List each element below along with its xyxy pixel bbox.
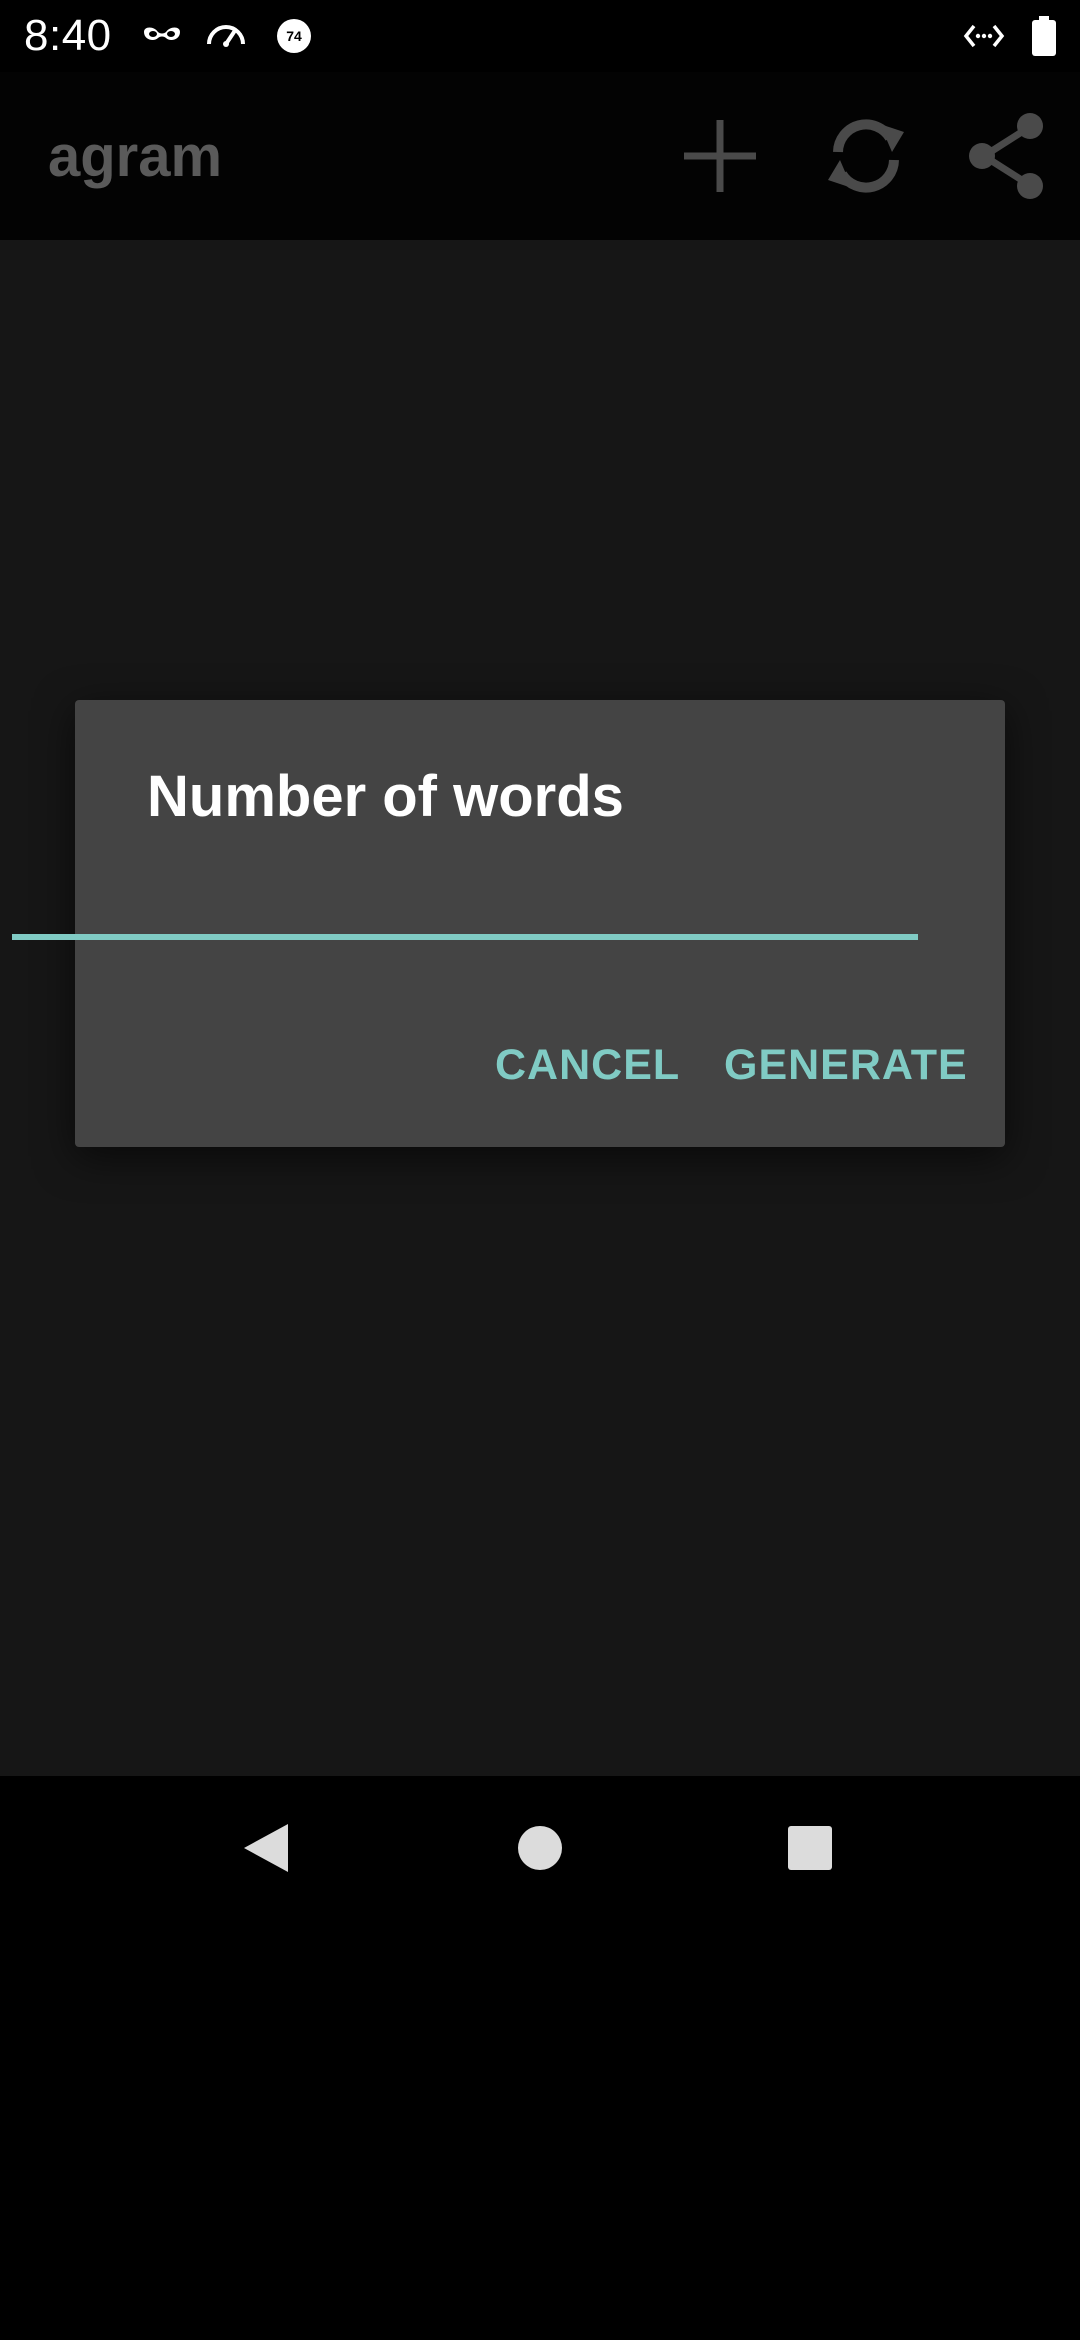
back-icon[interactable] — [218, 1798, 318, 1898]
navigation-bar — [0, 1776, 1080, 1920]
svg-text:74: 74 — [286, 28, 302, 44]
home-icon[interactable] — [490, 1798, 590, 1898]
status-time: 8:40 — [24, 11, 112, 60]
code-icon — [963, 24, 1005, 48]
app-title: agram — [48, 124, 223, 189]
screen: 8:40 74 agram Number of words CANCEL GEN… — [0, 0, 1080, 2340]
badge-74-icon: 74 — [277, 19, 311, 53]
battery-icon — [1032, 16, 1056, 56]
cancel-button[interactable]: CANCEL — [475, 1010, 700, 1120]
share-icon[interactable] — [962, 110, 1054, 202]
app-bar: agram — [0, 72, 1080, 240]
generate-button[interactable]: GENERATE — [704, 1010, 988, 1120]
refresh-icon[interactable] — [820, 110, 912, 202]
incognito-icon — [144, 27, 180, 40]
add-icon[interactable] — [674, 110, 766, 202]
recents-icon[interactable] — [760, 1798, 860, 1898]
speedometer-icon — [207, 25, 245, 47]
word-count-input[interactable] — [12, 820, 918, 940]
status-bar: 8:40 74 — [0, 0, 1080, 72]
